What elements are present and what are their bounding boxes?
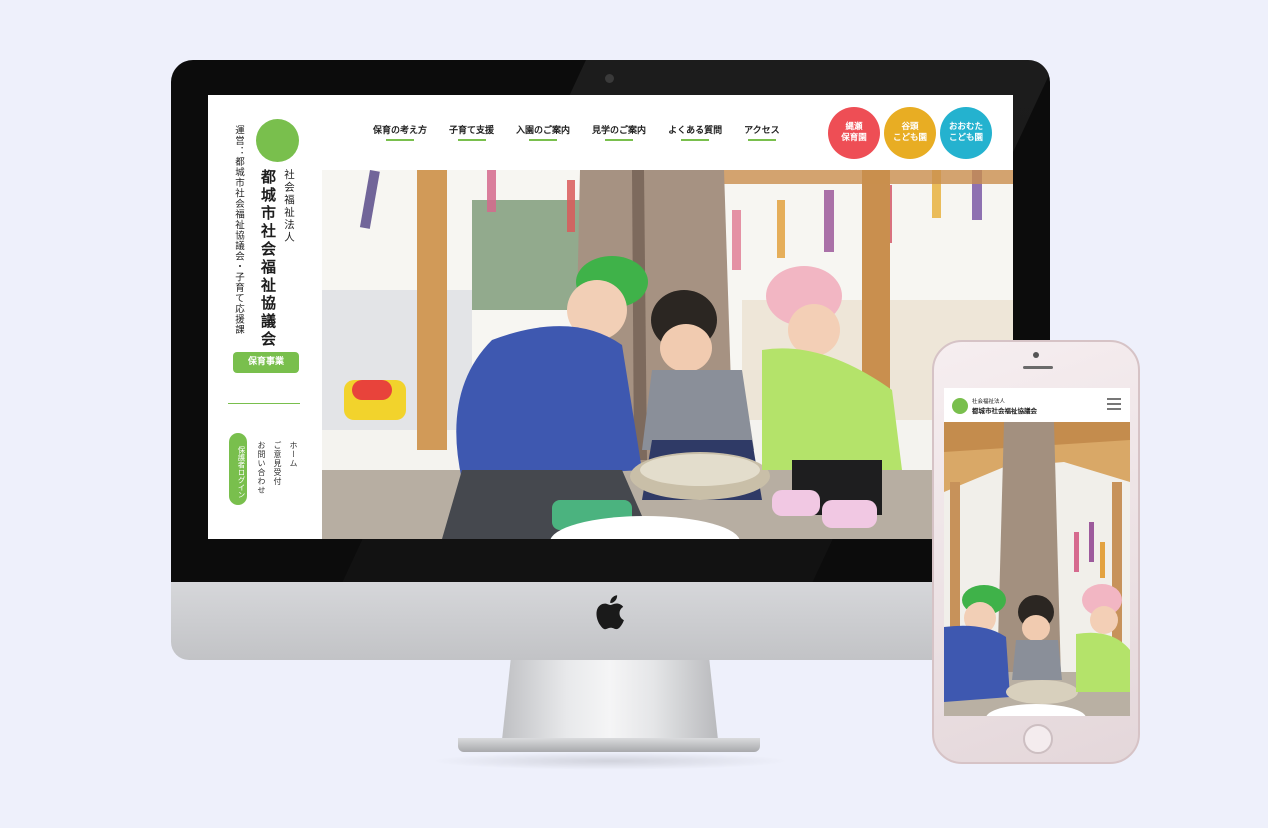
service-button[interactable]: 保育事業 <box>233 352 299 373</box>
facility-type: 保育園 <box>841 133 867 143</box>
facility-button-tanigashira[interactable]: 谷頭 こども園 <box>884 107 936 159</box>
imac-stand-neck <box>502 660 718 740</box>
parent-login-button[interactable]: 保護者ログイン <box>229 433 247 505</box>
corp-type: 社会福祉法人 <box>283 169 295 244</box>
hero-photo <box>322 170 1013 539</box>
facility-type: こども園 <box>892 133 927 143</box>
phone-camera-icon <box>1033 352 1039 358</box>
sidebar-link-contact[interactable]: お問い合わせ <box>256 441 267 495</box>
org-name[interactable]: 都城市社会福祉協議会 <box>258 169 279 349</box>
mobile-website: 社会福祉法人 都城市社会福祉協議会 <box>944 388 1130 716</box>
mobile-org-name[interactable]: 都城市社会福祉協議会 <box>972 405 1037 415</box>
sidebar-divider <box>228 403 300 404</box>
facility-name: おおむた <box>948 122 983 132</box>
logo-circle-icon[interactable] <box>952 398 968 414</box>
mobile-corp-type: 社会福祉法人 <box>972 399 1006 405</box>
facility-button-oomuta[interactable]: おおむた こども園 <box>940 107 992 159</box>
camera-icon <box>605 74 614 83</box>
sidebar-link-home[interactable]: ホーム <box>288 441 299 495</box>
imac-stand-foot <box>458 738 760 752</box>
apple-logo-icon <box>596 595 624 630</box>
sidebar: 運営：都城市社会福祉協議会・子育て応援課 社会福祉法人 都城市社会福祉協議会 保… <box>208 95 322 539</box>
hamburger-menu-icon[interactable] <box>1107 398 1121 410</box>
logo-circle-icon[interactable] <box>256 119 299 162</box>
phone-speaker <box>1023 366 1053 369</box>
mobile-hero-photo <box>944 422 1130 716</box>
sidebar-links: ホーム ご意見受付 お問い合わせ <box>256 441 299 495</box>
operator-text: 運営：都城市社会福祉協議会・子育て応援課 <box>233 125 244 335</box>
phone-home-button[interactable] <box>1023 724 1053 754</box>
imac-shadow <box>430 752 790 770</box>
facility-name: 谷頭 <box>901 122 919 132</box>
main-nav: 保育の考え方 子育て支援 入園のご案内 見学のご案内 よくある質問 アクセス <box>373 123 780 141</box>
nav-item-philosophy[interactable]: 保育の考え方 <box>373 123 427 141</box>
facility-name: 縄瀬 <box>845 122 863 132</box>
facility-type: こども園 <box>948 133 983 143</box>
sidebar-link-feedback[interactable]: ご意見受付 <box>272 441 283 495</box>
phone-device: 社会福祉法人 都城市社会福祉協議会 <box>932 340 1140 764</box>
nav-item-support[interactable]: 子育て支援 <box>449 123 494 141</box>
nav-item-faq[interactable]: よくある質問 <box>668 123 722 141</box>
desktop-website: 運営：都城市社会福祉協議会・子育て応援課 社会福祉法人 都城市社会福祉協議会 保… <box>208 95 1013 539</box>
nav-item-tour[interactable]: 見学のご案内 <box>592 123 646 141</box>
facility-button-nawase[interactable]: 縄瀬 保育園 <box>828 107 880 159</box>
nav-item-access[interactable]: アクセス <box>744 123 780 141</box>
nav-item-admission[interactable]: 入園のご案内 <box>516 123 570 141</box>
